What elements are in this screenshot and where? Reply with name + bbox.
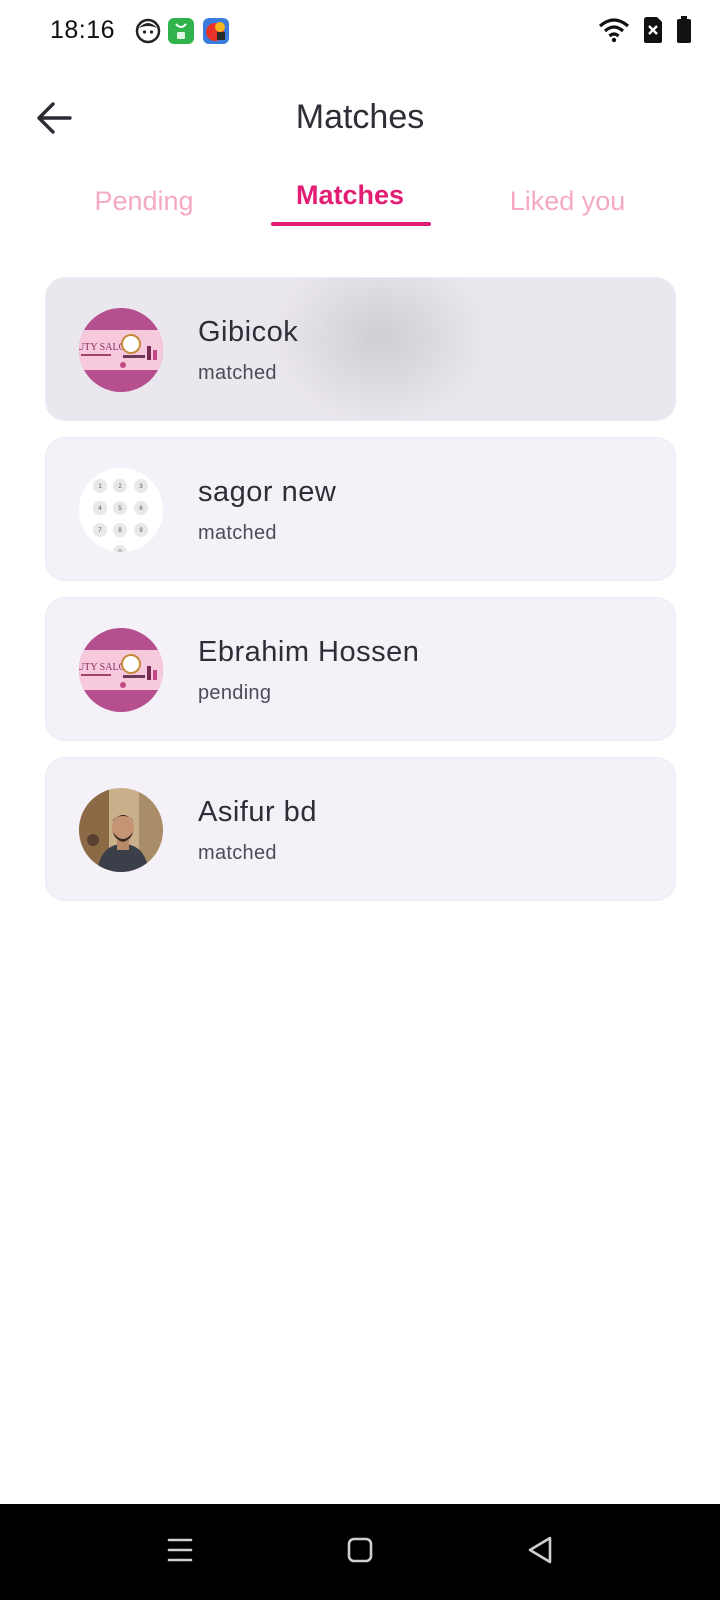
keypad-avatar: 1 2 3 4 5 6 7 8 9 0	[79, 468, 163, 552]
match-status: matched	[198, 522, 277, 544]
match-card[interactable]: UTY SALON Ebrahim Hossen pending	[45, 597, 676, 741]
status-bar: 18:16	[0, 0, 720, 64]
battery-icon	[676, 16, 692, 49]
tab-indicator	[271, 222, 431, 226]
match-card[interactable]: UTY SALON Gibicok matched	[45, 277, 676, 421]
page-title: Matches	[295, 98, 425, 136]
status-time: 18:16	[50, 16, 116, 44]
system-nav-bar	[0, 1504, 720, 1600]
back-triangle-icon	[526, 1535, 554, 1570]
recents-button[interactable]	[160, 1534, 200, 1570]
tab-liked-you[interactable]: Liked you	[480, 186, 655, 217]
menu-lines-icon	[166, 1537, 194, 1568]
home-button[interactable]	[340, 1534, 380, 1570]
tab-pending[interactable]: Pending	[64, 186, 224, 217]
tab-matches[interactable]: Matches	[270, 180, 430, 211]
beauty-salon-banner-avatar: UTY SALON	[79, 628, 163, 712]
match-list: UTY SALON Gibicok matched 1 2 3 4 5 6 7 …	[45, 277, 676, 917]
home-square-icon	[346, 1536, 374, 1569]
match-name: Ebrahim Hossen	[198, 636, 420, 668]
touch-ripple	[271, 278, 491, 420]
android-bag-icon	[168, 18, 194, 44]
beauty-salon-banner-avatar: UTY SALON	[79, 308, 163, 392]
match-name: sagor new	[198, 476, 337, 508]
face-app-icon	[135, 18, 161, 44]
colorful-game-icon	[203, 18, 229, 44]
match-status: matched	[198, 842, 277, 864]
match-card[interactable]: 1 2 3 4 5 6 7 8 9 0 sagor new matched	[45, 437, 676, 581]
status-right-icons	[598, 16, 692, 49]
match-card[interactable]: Asifur bd matched	[45, 757, 676, 901]
person-photo-avatar	[79, 788, 163, 872]
match-name: Gibicok	[198, 316, 299, 348]
sim-off-icon	[642, 16, 664, 49]
system-back-button[interactable]	[520, 1534, 560, 1570]
tab-bar: Pending Matches Liked you	[0, 170, 720, 230]
app-bar: Matches	[0, 80, 720, 160]
match-status: pending	[198, 682, 272, 704]
match-name: Asifur bd	[198, 796, 317, 828]
match-status: matched	[198, 362, 277, 384]
wifi-icon	[598, 17, 630, 48]
